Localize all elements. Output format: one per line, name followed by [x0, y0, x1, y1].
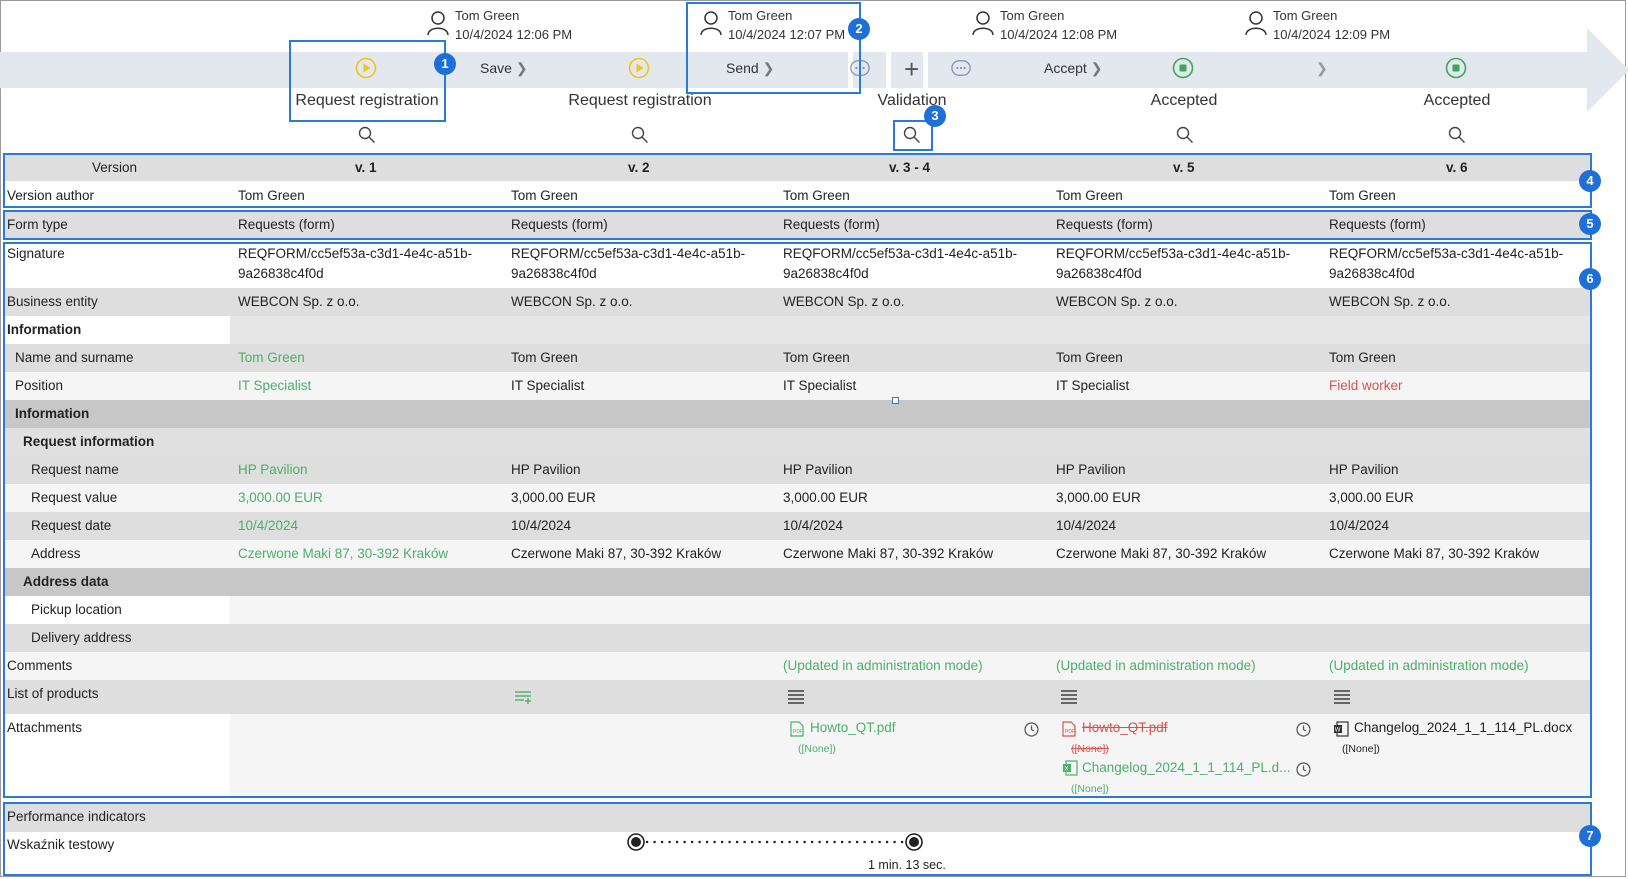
user-icon [427, 11, 449, 36]
search-icon[interactable] [1448, 126, 1466, 144]
add-step-icon[interactable]: + [904, 54, 919, 85]
transition-accept[interactable]: Accept ❯ [1044, 60, 1102, 77]
step-accepted-icon [1445, 57, 1467, 79]
search-icon[interactable] [1176, 126, 1194, 144]
transition-label: Accept [1044, 60, 1087, 76]
search-icon[interactable] [358, 126, 376, 144]
badge-1: 1 [434, 53, 456, 75]
badge-5: 5 [1579, 213, 1601, 235]
user-time: 10/4/2024 12:06 PM [455, 27, 573, 42]
user-icon [972, 11, 994, 36]
chevron-right-icon: ❯ [1090, 60, 1103, 76]
more-options-icon[interactable] [951, 57, 971, 79]
step-accepted-icon [1172, 57, 1194, 79]
badge-3: 3 [924, 105, 946, 127]
timeline-arrow-head [1587, 28, 1628, 112]
highlight-box-3 [893, 120, 933, 151]
highlight-box-2 [686, 2, 861, 94]
highlight-box-1 [289, 40, 446, 122]
badge-7: 7 [1579, 825, 1601, 847]
user-info-4: Tom Green 10/4/2024 12:09 PM [1245, 6, 1391, 44]
chevron-right-icon: ❯ [1316, 60, 1328, 76]
badge-6: 6 [1579, 268, 1601, 290]
chevron-right-icon: ❯ [515, 60, 528, 76]
highlight-box-4 [3, 153, 1592, 208]
user-name: Tom Green [1000, 8, 1065, 23]
timeline-band-end [1560, 52, 1590, 88]
user-info-3: Tom Green 10/4/2024 12:08 PM [972, 6, 1118, 44]
step-name: Validation [877, 92, 947, 109]
transition-save[interactable]: Save ❯ [480, 60, 528, 77]
user-name: Tom Green [1273, 8, 1338, 23]
highlight-box-6 [3, 242, 1592, 798]
step-name: Accepted [1423, 92, 1491, 109]
user-name: Tom Green [455, 8, 520, 23]
highlight-box-5 [3, 210, 1592, 240]
highlight-box-7 [3, 802, 1592, 876]
badge-4: 4 [1579, 170, 1601, 192]
step-in-progress-icon [628, 57, 650, 79]
user-time: 10/4/2024 12:08 PM [1000, 27, 1118, 42]
user-time: 10/4/2024 12:09 PM [1273, 27, 1391, 42]
user-info-1: Tom Green 10/4/2024 12:06 PM [427, 6, 573, 44]
timeline-gap [886, 52, 891, 88]
badge-2: 2 [848, 18, 870, 40]
step-name: Request registration [568, 92, 712, 109]
timeline-gap [923, 52, 928, 88]
transition-label: Save [480, 60, 512, 76]
user-icon [1245, 11, 1267, 36]
step-name: Accepted [1150, 92, 1218, 109]
search-icon[interactable] [631, 126, 649, 144]
